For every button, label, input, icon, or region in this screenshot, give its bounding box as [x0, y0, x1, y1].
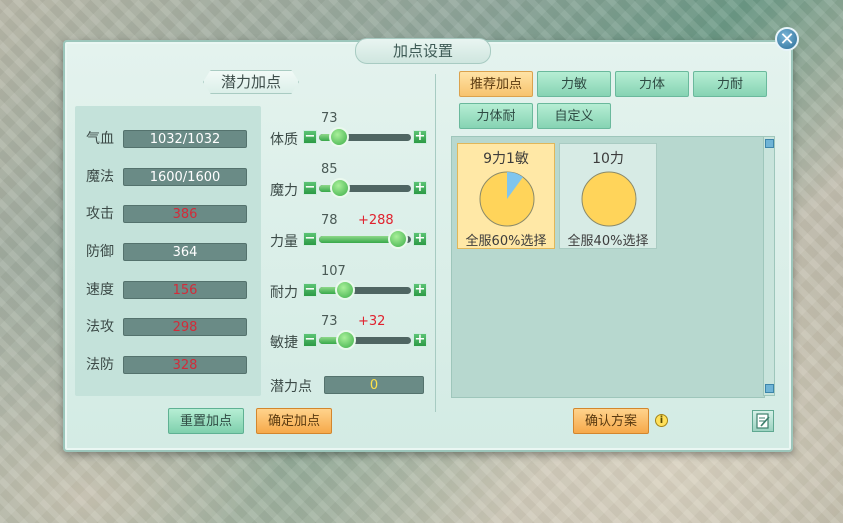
stat-label: 速度 — [86, 282, 114, 298]
attribute-label: 力量 — [270, 234, 298, 250]
scroll-down-icon[interactable] — [765, 384, 774, 393]
stat-value: 364 — [123, 243, 247, 261]
plan-selection-rate: 全服40%选择 — [567, 234, 649, 249]
potential-points-subtitle: 潜力加点 — [203, 70, 299, 94]
stat-label: 法防 — [86, 357, 114, 373]
panel-divider — [435, 74, 436, 412]
slider-track[interactable] — [319, 337, 411, 344]
tab-1[interactable]: 力敏 — [537, 71, 611, 97]
decrease-button[interactable]: − — [303, 283, 317, 297]
stat-value: 386 — [123, 205, 247, 223]
plan-card[interactable]: 9力1敏全服60%选择 — [457, 143, 555, 249]
attribute-value: 78 — [321, 213, 338, 228]
attribute-slider[interactable]: − + — [303, 330, 428, 350]
decrease-button[interactable]: − — [303, 181, 317, 195]
edit-note-icon[interactable] — [752, 410, 774, 432]
decrease-button[interactable]: − — [303, 333, 317, 347]
tab-2[interactable]: 力体 — [615, 71, 689, 97]
attribute-slider[interactable]: − + — [303, 127, 428, 147]
potential-points-value: 0 — [324, 376, 424, 394]
stat-label: 防御 — [86, 244, 114, 260]
stat-label: 攻击 — [86, 206, 114, 222]
increase-button[interactable]: + — [413, 232, 427, 246]
scroll-up-icon[interactable] — [765, 139, 774, 148]
slider-knob[interactable] — [330, 178, 351, 198]
panel-title: 加点设置 — [355, 38, 491, 64]
confirm-plan-button[interactable]: 确认方案 — [573, 408, 649, 434]
slider-knob[interactable] — [334, 280, 355, 300]
plan-pie-chart — [479, 171, 535, 227]
slider-fill — [319, 236, 399, 243]
plan-card[interactable]: 10力全服40%选择 — [559, 143, 657, 249]
attribute-value: 85 — [321, 162, 338, 177]
attribute-label: 体质 — [270, 132, 298, 148]
tab-4[interactable]: 力体耐 — [459, 103, 533, 129]
stat-label: 气血 — [86, 131, 114, 147]
increase-button[interactable]: + — [413, 283, 427, 297]
stat-label: 魔法 — [86, 169, 114, 185]
attribute-slider[interactable]: − + — [303, 178, 428, 198]
potential-points-label: 潜力点 — [270, 379, 312, 395]
attribute-label: 耐力 — [270, 285, 298, 301]
attribute-bonus: +32 — [358, 314, 386, 329]
slider-knob[interactable] — [329, 127, 350, 147]
decrease-button[interactable]: − — [303, 232, 317, 246]
attribute-label: 魔力 — [270, 183, 298, 199]
plan-title: 10力 — [592, 151, 624, 167]
stat-value: 1032/1032 — [123, 130, 247, 148]
close-icon[interactable]: ✕ — [775, 27, 799, 51]
tab-5[interactable]: 自定义 — [537, 103, 611, 129]
tab-3[interactable]: 力耐 — [693, 71, 767, 97]
decrease-button[interactable]: − — [303, 130, 317, 144]
reset-points-button[interactable]: 重置加点 — [168, 408, 244, 434]
plan-list-scrollbar[interactable] — [763, 136, 775, 396]
stat-value: 156 — [123, 281, 247, 299]
plan-title: 9力1敏 — [483, 151, 529, 167]
increase-button[interactable]: + — [413, 333, 427, 347]
slider-knob[interactable] — [335, 330, 356, 350]
attribute-value: 73 — [321, 111, 338, 126]
slider-track[interactable] — [319, 287, 411, 294]
attribute-value: 73 — [321, 314, 338, 329]
attribute-slider[interactable]: − + — [303, 229, 428, 249]
attribute-label: 敏捷 — [270, 335, 298, 351]
stat-value: 1600/1600 — [123, 168, 247, 186]
stat-value: 328 — [123, 356, 247, 374]
info-icon[interactable]: i — [655, 414, 668, 427]
increase-button[interactable]: + — [413, 130, 427, 144]
slider-knob[interactable] — [388, 229, 409, 249]
attribute-slider[interactable]: − + — [303, 280, 428, 300]
pie-slice-main — [581, 171, 637, 227]
plan-selection-rate: 全服60%选择 — [465, 234, 547, 249]
increase-button[interactable]: + — [413, 181, 427, 195]
stat-value: 298 — [123, 318, 247, 336]
attribute-value: 107 — [321, 264, 346, 279]
tab-0[interactable]: 推荐加点 — [459, 71, 533, 97]
attribute-bonus: +288 — [358, 213, 394, 228]
confirm-points-button[interactable]: 确定加点 — [256, 408, 332, 434]
plan-pie-chart — [581, 171, 637, 227]
stat-label: 法攻 — [86, 319, 114, 335]
